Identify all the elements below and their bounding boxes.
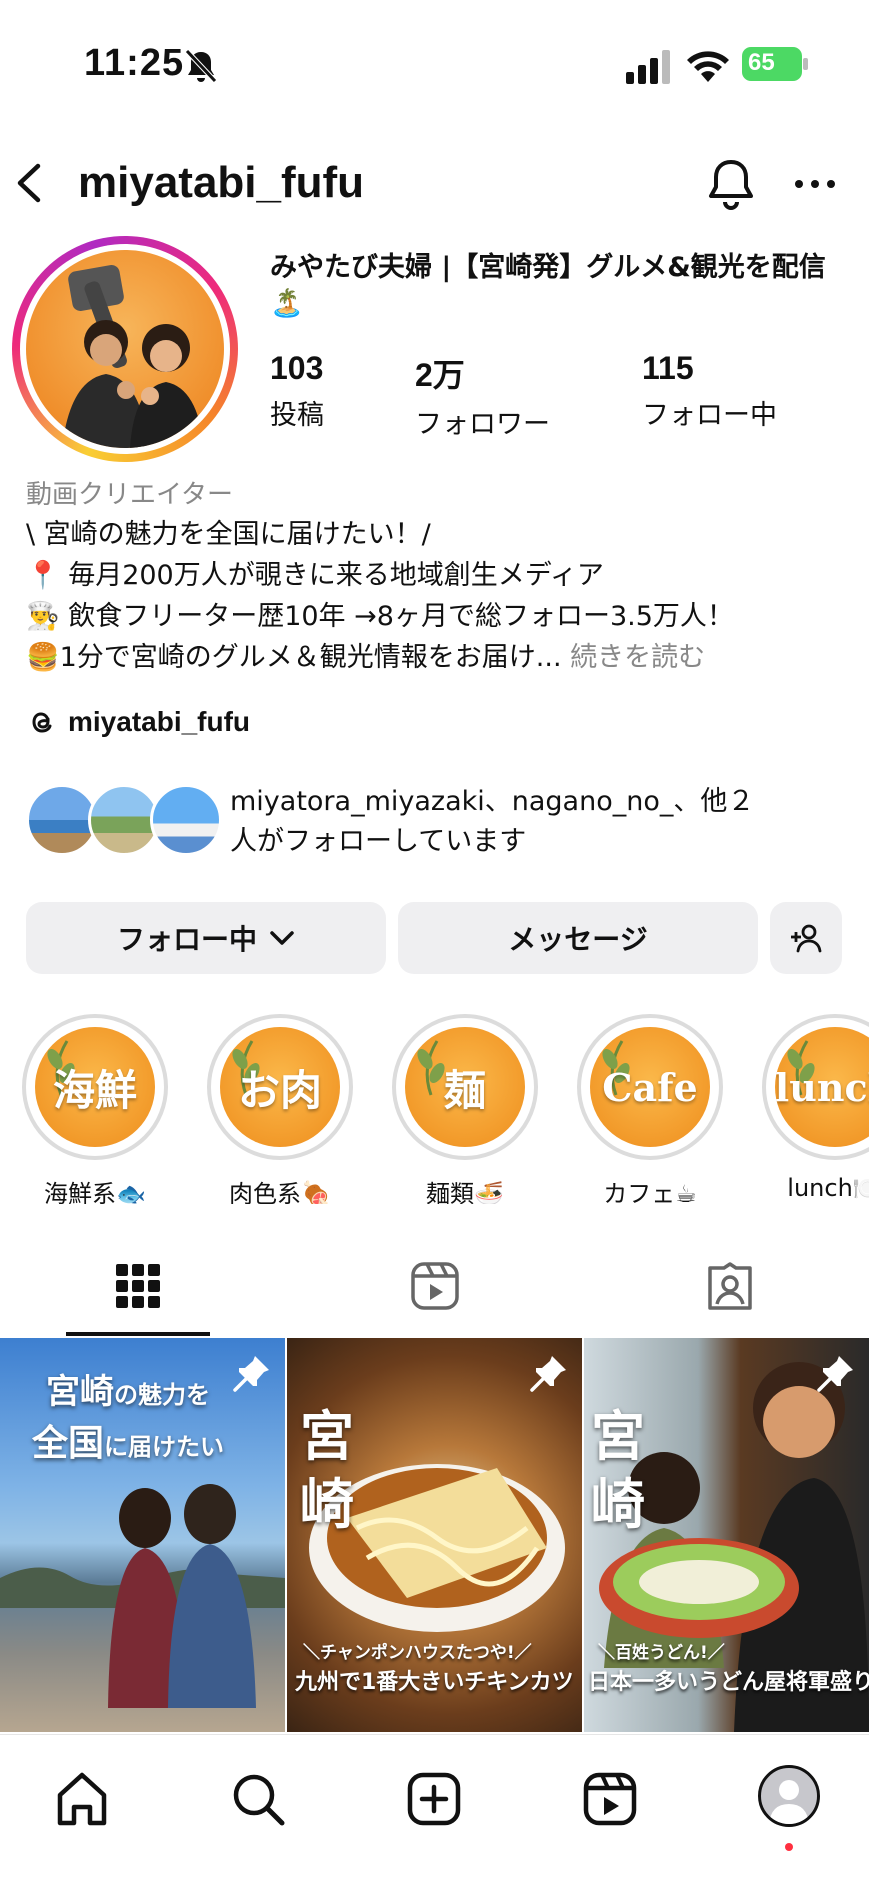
profile-avatar-story-ring[interactable] — [12, 236, 238, 462]
suggest-people-button[interactable] — [770, 902, 842, 974]
reels-icon[interactable] — [409, 1260, 461, 1312]
stat-posts[interactable]: 103 投稿 — [270, 350, 324, 432]
highlight-cover-text: Cafe — [602, 1064, 698, 1110]
read-more-link[interactable]: 続きを読む — [570, 642, 705, 673]
highlight-label: カフェ☕ — [603, 1180, 697, 1204]
profile-actions: フォロー中 メッセージ — [26, 902, 846, 974]
post-title-line-1: 宮崎の魅力を — [46, 1364, 210, 1413]
post-title-big: 宮崎 — [46, 1372, 114, 1412]
grid-icon[interactable] — [112, 1260, 164, 1312]
stat-following[interactable]: 115 フォロー中 — [642, 350, 777, 432]
notification-dot — [785, 1843, 793, 1851]
grid-post[interactable]: 宮崎の魅力を 全国に届けたい — [0, 1338, 285, 1732]
profile-header: miyatabi_fufu — [0, 150, 869, 216]
stat-posts-count: 103 — [270, 350, 324, 386]
highlight-label: 麺類🍜 — [426, 1180, 504, 1204]
add-person-icon — [791, 924, 822, 953]
mutual-line-2: 人がフォローしています — [230, 826, 527, 857]
profile-nav-avatar[interactable] — [758, 1765, 820, 1827]
bio-line-text: 🍔1分で宮崎のグルメ＆観光情報をお届け... — [26, 642, 562, 673]
post-title-line-2: 全国に届けたい — [32, 1414, 224, 1466]
post-title-big: 全国 — [32, 1423, 105, 1464]
pin-icon — [530, 1356, 566, 1392]
pin-icon — [817, 1356, 853, 1392]
stat-followers-count: 2万 — [415, 357, 465, 393]
bio-line: \ 宮崎の魅力を全国に届けたい！/ — [26, 519, 431, 550]
highlight-cover-text: お肉 — [237, 1065, 322, 1115]
wifi-icon — [687, 51, 729, 82]
create-icon[interactable] — [404, 1769, 464, 1829]
tagged-icon[interactable] — [704, 1260, 756, 1312]
battery-level: 65 — [748, 49, 775, 76]
more-icon[interactable] — [790, 166, 840, 202]
bell-icon[interactable] — [706, 156, 756, 212]
post-title-small: に届けたい — [104, 1433, 225, 1461]
grid-post[interactable]: 宮崎 ＼百姓うどん!／ 日本一多いうどん屋将軍盛り — [584, 1338, 869, 1732]
chevron-down-icon — [270, 931, 294, 945]
highlight-seafood[interactable]: 海鮮 海鮮系🐟 — [20, 1014, 170, 1204]
battery-icon: 65 — [742, 47, 808, 81]
highlight-cover-text: lunch — [775, 1064, 869, 1110]
stat-following-label: フォロー中 — [642, 400, 777, 431]
highlight-cover-text: 海鮮 — [52, 1065, 137, 1115]
profile-bio: \ 宮崎の魅力を全国に届けたい！/ 📍 毎月200万人が覗きに来る地域創生メディ… — [26, 514, 856, 678]
threads-link[interactable]: miyatabi_fufu — [26, 702, 250, 742]
bio-line: 👨‍🍳 飲食フリーター歴10年 →8ヶ月で総フォロー3.5万人！ — [26, 601, 734, 632]
highlight-label: 海鮮系🐟 — [44, 1180, 146, 1204]
reels-nav-icon[interactable] — [580, 1769, 640, 1829]
mutual-followers[interactable]: miyatora_miyazaki、nagano_no_、他２ 人がフォローして… — [26, 780, 856, 870]
post-vertical-title: 宮崎 — [591, 1404, 645, 1536]
stat-following-count: 115 — [642, 350, 694, 386]
highlight-meat[interactable]: お肉 肉色系🍖 — [205, 1014, 355, 1204]
username-title: miyatabi_fufu — [78, 158, 365, 207]
mutual-followers-text: miyatora_miyazaki、nagano_no_、他２ 人がフォローして… — [230, 782, 840, 862]
highlight-noodles[interactable]: 麺 麺類🍜 — [390, 1014, 540, 1204]
post-subcaption: ＼チャンポンハウスたつや!／ — [303, 1643, 532, 1663]
home-icon[interactable] — [52, 1769, 112, 1829]
bell-slash-icon — [185, 49, 217, 83]
highlight-label: lunch🍽️ — [787, 1174, 869, 1202]
post-title-small: の魅力を — [114, 1381, 210, 1409]
threads-icon — [32, 712, 52, 733]
following-button-label: フォロー中 — [116, 923, 257, 956]
mutual-line-1: miyatora_miyazaki、nagano_no_、他２ — [230, 786, 755, 817]
grid-post[interactable]: 宮崎 ＼チャンポンハウスたつや!／ 九州で1番大きいチキンカツ — [287, 1338, 582, 1732]
highlight-lunch[interactable]: lunch lunch🍽️ — [760, 1014, 869, 1202]
back-arrow-icon[interactable] — [10, 160, 54, 206]
cellular-signal-icon — [626, 50, 670, 84]
active-tab-indicator — [66, 1332, 210, 1336]
posts-grid: 宮崎の魅力を 全国に届けたい 宮崎 ＼チャンポンハウスたつや!／ 九州で1番大き… — [0, 1338, 869, 1732]
profile-category: 動画クリエイター — [26, 480, 233, 510]
story-highlights: 海鮮 海鮮系🐟 お肉 肉色系🍖 麺 麺類🍜 Cafe カフェ☕ lunch lu… — [0, 1014, 869, 1204]
status-bar: 11:25 65 — [0, 0, 869, 130]
mutual-avatar — [150, 784, 222, 856]
message-button-label: メッセージ — [508, 923, 648, 956]
profile-stats: 103 投稿 2万 フォロワー 115 フォロー中 — [270, 350, 840, 440]
highlight-cover-text: 麺 — [443, 1065, 486, 1115]
bio-line: 📍 毎月200万人が覗きに来る地域創生メディア — [26, 560, 604, 591]
highlight-label: 肉色系🍖 — [229, 1180, 331, 1204]
bottom-nav — [0, 1734, 869, 1883]
post-vertical-title: 宮崎 — [300, 1404, 354, 1536]
bio-line-last: 🍔1分で宮崎のグルメ＆観光情報をお届け... 続きを読む — [26, 637, 856, 678]
status-time: 11:25 — [84, 42, 185, 84]
post-caption: 日本一多いうどん屋将軍盛り — [588, 1670, 869, 1695]
profile-tabs — [0, 1246, 869, 1338]
stat-followers-label: フォロワー — [415, 409, 550, 440]
profile-display-name: みやたび夫婦 |【宮崎発】グルメ&観光を配信🏝️ — [270, 252, 826, 319]
highlight-cafe[interactable]: Cafe カフェ☕ — [575, 1014, 725, 1204]
stat-followers[interactable]: 2万 フォロワー — [415, 350, 550, 441]
stat-posts-label: 投稿 — [270, 400, 324, 431]
pin-icon — [233, 1356, 269, 1392]
profile-avatar — [26, 250, 224, 448]
threads-handle: miyatabi_fufu — [68, 706, 251, 737]
search-icon[interactable] — [228, 1769, 288, 1829]
post-subcaption: ＼百姓うどん!／ — [598, 1643, 725, 1663]
message-button[interactable]: メッセージ — [398, 902, 758, 974]
following-button[interactable]: フォロー中 — [26, 902, 386, 974]
post-caption: 九州で1番大きいチキンカツ — [295, 1670, 574, 1695]
